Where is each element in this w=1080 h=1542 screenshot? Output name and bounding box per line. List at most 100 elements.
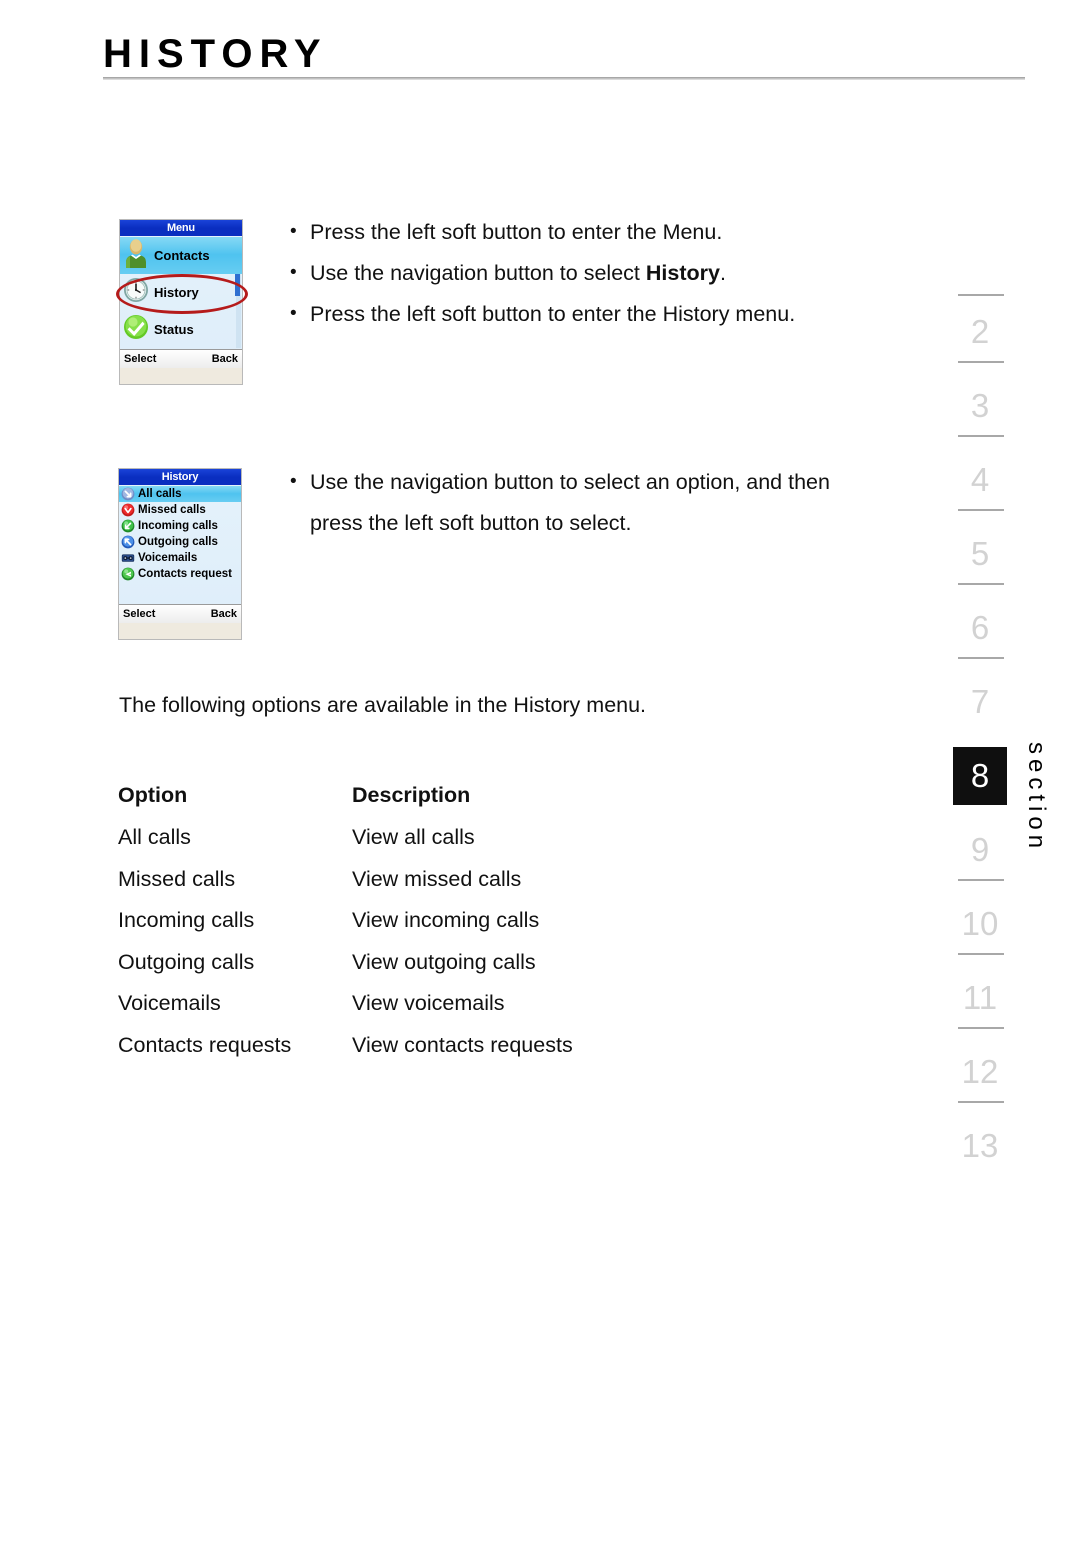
table-row: Incoming calls View incoming calls	[118, 900, 738, 942]
incoming-calls-icon	[121, 519, 135, 533]
phone-history-item-incoming-calls[interactable]: Incoming calls	[119, 518, 241, 534]
cell-option: Incoming calls	[118, 908, 255, 933]
section-tab-rule	[958, 583, 1004, 585]
cell-option: All calls	[118, 825, 191, 850]
page-title: HISTORY	[103, 32, 328, 76]
section-tab-7[interactable]: 7	[953, 665, 1007, 739]
all-calls-icon	[121, 487, 135, 501]
section-tab-9[interactable]: 9	[953, 813, 1007, 887]
header-divider	[103, 77, 1025, 80]
column-header-option: Option	[118, 782, 188, 807]
table-row: All calls View all calls	[118, 817, 738, 859]
section-tab-3[interactable]: 3	[953, 369, 1007, 443]
phone-history-item-voicemails[interactable]: Voicemails	[119, 550, 241, 566]
cell-description: View incoming calls	[352, 908, 540, 933]
cell-description: View outgoing calls	[352, 949, 536, 974]
section-tab-number: 4	[970, 461, 990, 498]
section-tab-number: 9	[970, 831, 990, 868]
phone-menu-softkeys: Select Back	[120, 349, 242, 368]
phone-history-item-contacts-request-label: Contacts request	[138, 568, 232, 580]
phone-menu-softkey-right[interactable]: Back	[212, 353, 238, 365]
section-tab-rule	[958, 435, 1004, 437]
contacts-request-icon	[121, 567, 135, 581]
phone-history-title: History	[119, 469, 241, 485]
section-tab-12[interactable]: 12	[953, 1035, 1007, 1109]
options-table-body: All calls View all calls Missed calls Vi…	[118, 817, 738, 1066]
phone-menu-item-status-label: Status	[154, 322, 194, 337]
table-row: Voicemails View voicemails	[118, 983, 738, 1025]
phone-history-item-voicemails-label: Voicemails	[138, 552, 198, 564]
section-tab-number: 6	[970, 609, 990, 646]
instruction-item: Press the left soft button to enter the …	[288, 211, 868, 253]
phone-menu-item-history[interactable]: History	[116, 274, 248, 314]
cell-option: Voicemails	[118, 991, 221, 1016]
phone-menu-list: Contacts History Status	[116, 236, 248, 349]
section-tab-5[interactable]: 5	[953, 517, 1007, 591]
section-tab-4[interactable]: 4	[953, 443, 1007, 517]
intro-paragraph: The following options are available in t…	[119, 693, 647, 717]
phone-history-softkey-right[interactable]: Back	[211, 608, 237, 620]
column-header-description: Description	[352, 782, 471, 807]
table-row: Outgoing calls View outgoing calls	[118, 942, 738, 984]
instruction-text-before: Use the navigation button to select	[310, 261, 646, 285]
clock-icon	[122, 275, 150, 310]
cell-option: Contacts requests	[118, 1032, 292, 1057]
table-row: Contacts requests View contacts requests	[118, 1025, 738, 1067]
phone-history-item-missed-calls[interactable]: Missed calls	[119, 502, 241, 518]
section-tab-8-active[interactable]: 8	[953, 747, 1007, 805]
section-tab-11[interactable]: 11	[953, 961, 1007, 1035]
section-tab-10[interactable]: 10	[953, 887, 1007, 961]
phone-history-item-contacts-request[interactable]: Contacts request	[119, 566, 241, 582]
phone-history-item-outgoing-calls[interactable]: Outgoing calls	[119, 534, 241, 550]
phone-history-list: All calls Missed calls Incoming calls Ou…	[119, 485, 241, 604]
phone-history-item-outgoing-calls-label: Outgoing calls	[138, 536, 218, 548]
instruction-item: Press the left soft button to enter the …	[288, 293, 868, 335]
phone-history-softkey-left[interactable]: Select	[123, 608, 155, 620]
contact-person-icon	[122, 238, 150, 273]
section-tab-13[interactable]: 13	[953, 1109, 1007, 1183]
section-tab-rule	[958, 361, 1004, 363]
section-tab-rule	[958, 1027, 1004, 1029]
phone-history-item-all-calls[interactable]: All calls	[119, 486, 241, 502]
section-tab-rule	[958, 879, 1004, 881]
section-tab-number: 5	[970, 535, 990, 572]
cell-description: View all calls	[352, 825, 475, 850]
section-tab-2[interactable]: 2	[953, 295, 1007, 369]
page-header: HISTORY	[103, 32, 1025, 84]
phone-history-item-missed-calls-label: Missed calls	[138, 504, 206, 516]
phone-history-item-incoming-calls-label: Incoming calls	[138, 520, 218, 532]
section-tab-number: 3	[970, 387, 990, 424]
phone-menu-footer-strip	[120, 368, 242, 384]
instruction-text-after: .	[719, 261, 726, 285]
table-header-row: Option Description	[118, 773, 738, 817]
instruction-item: Use the navigation button to select an o…	[288, 461, 868, 544]
section-tab-number: 12	[961, 1053, 999, 1090]
section-tab-rule	[958, 953, 1004, 955]
phone-menu-item-status[interactable]: Status	[120, 311, 242, 348]
section-tab-rule	[958, 1101, 1004, 1103]
section-tab-number: 11	[962, 979, 998, 1016]
phone-menu-item-contacts[interactable]: Contacts	[120, 237, 242, 274]
phone-menu-softkey-left[interactable]: Select	[124, 353, 156, 365]
section-rail: 2 3 4 5 6 7 8 9 10 11 12 13	[953, 295, 1007, 1183]
section-tab-number: 13	[961, 1127, 999, 1164]
section-tab-rule	[958, 657, 1004, 659]
cell-option: Outgoing calls	[118, 949, 255, 974]
cell-description: View missed calls	[352, 866, 522, 891]
options-table: Option Description All calls View all ca…	[118, 773, 738, 1066]
cell-description: View voicemails	[352, 991, 505, 1016]
section-tab-number: 7	[970, 683, 990, 720]
phone-screenshot-menu: Menu Contacts History Status Select Back	[116, 219, 248, 385]
section-tab-number: 8	[970, 757, 990, 794]
phone-menu-item-history-label: History	[154, 285, 199, 300]
section-tab-6[interactable]: 6	[953, 591, 1007, 665]
section-label: section	[1023, 742, 1050, 854]
voicemail-icon	[121, 551, 135, 565]
instructions-history-list: Use the navigation button to select an o…	[288, 461, 868, 544]
options-table-head: Option Description	[118, 773, 738, 817]
instruction-bold-history: History	[645, 261, 720, 285]
cell-description: View contacts requests	[352, 1032, 573, 1057]
section-tab-number: 2	[970, 313, 990, 350]
instructions-menu-list: Press the left soft button to enter the …	[288, 211, 868, 335]
table-row: Missed calls View missed calls	[118, 859, 738, 901]
